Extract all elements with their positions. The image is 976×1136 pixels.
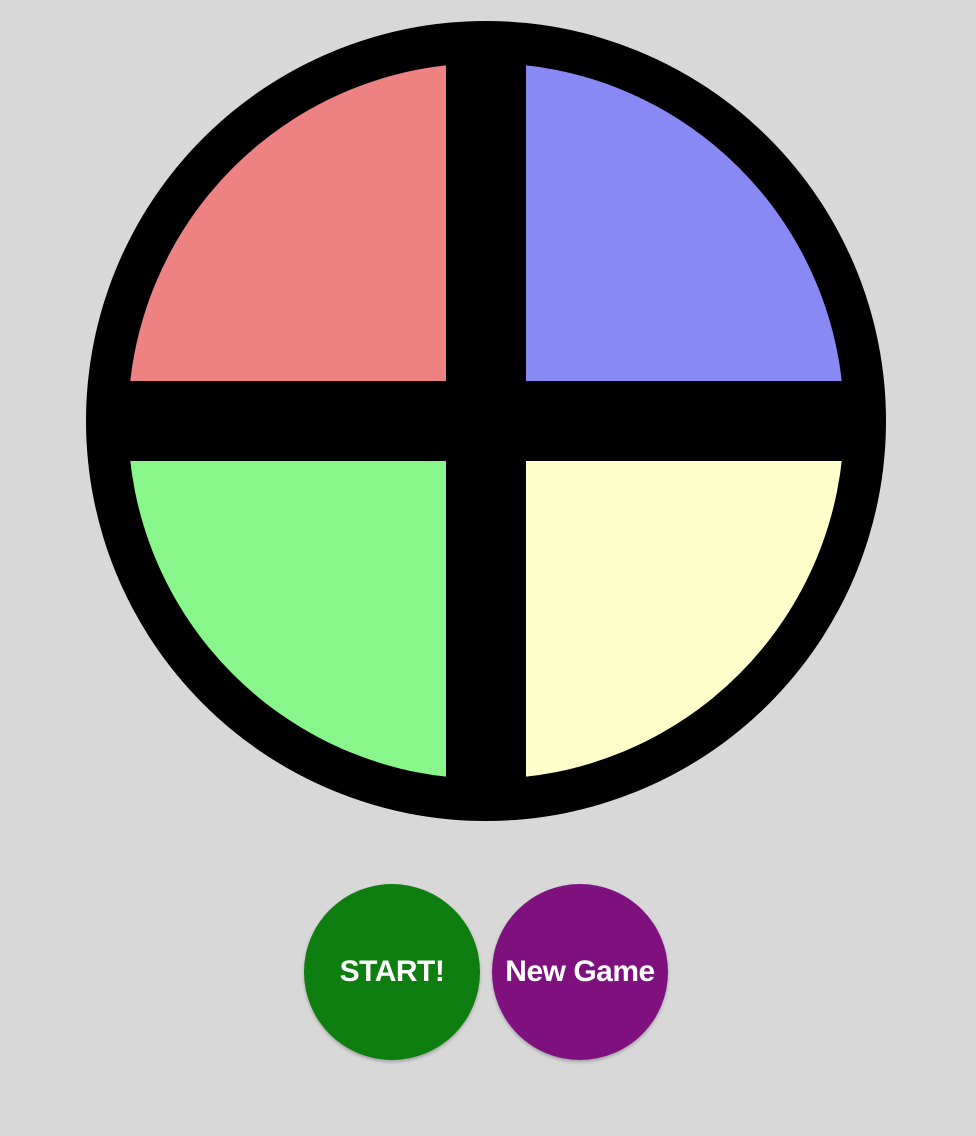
start-button[interactable]: START! — [304, 884, 480, 1060]
pad-area — [128, 63, 844, 779]
yellow-pad[interactable] — [526, 461, 844, 779]
simon-board — [86, 21, 886, 821]
new-game-button[interactable]: New Game — [492, 884, 668, 1060]
red-pad[interactable] — [128, 63, 446, 381]
game-controls: START! New Game — [0, 884, 976, 1060]
green-pad[interactable] — [128, 461, 446, 779]
blue-pad[interactable] — [526, 63, 844, 381]
